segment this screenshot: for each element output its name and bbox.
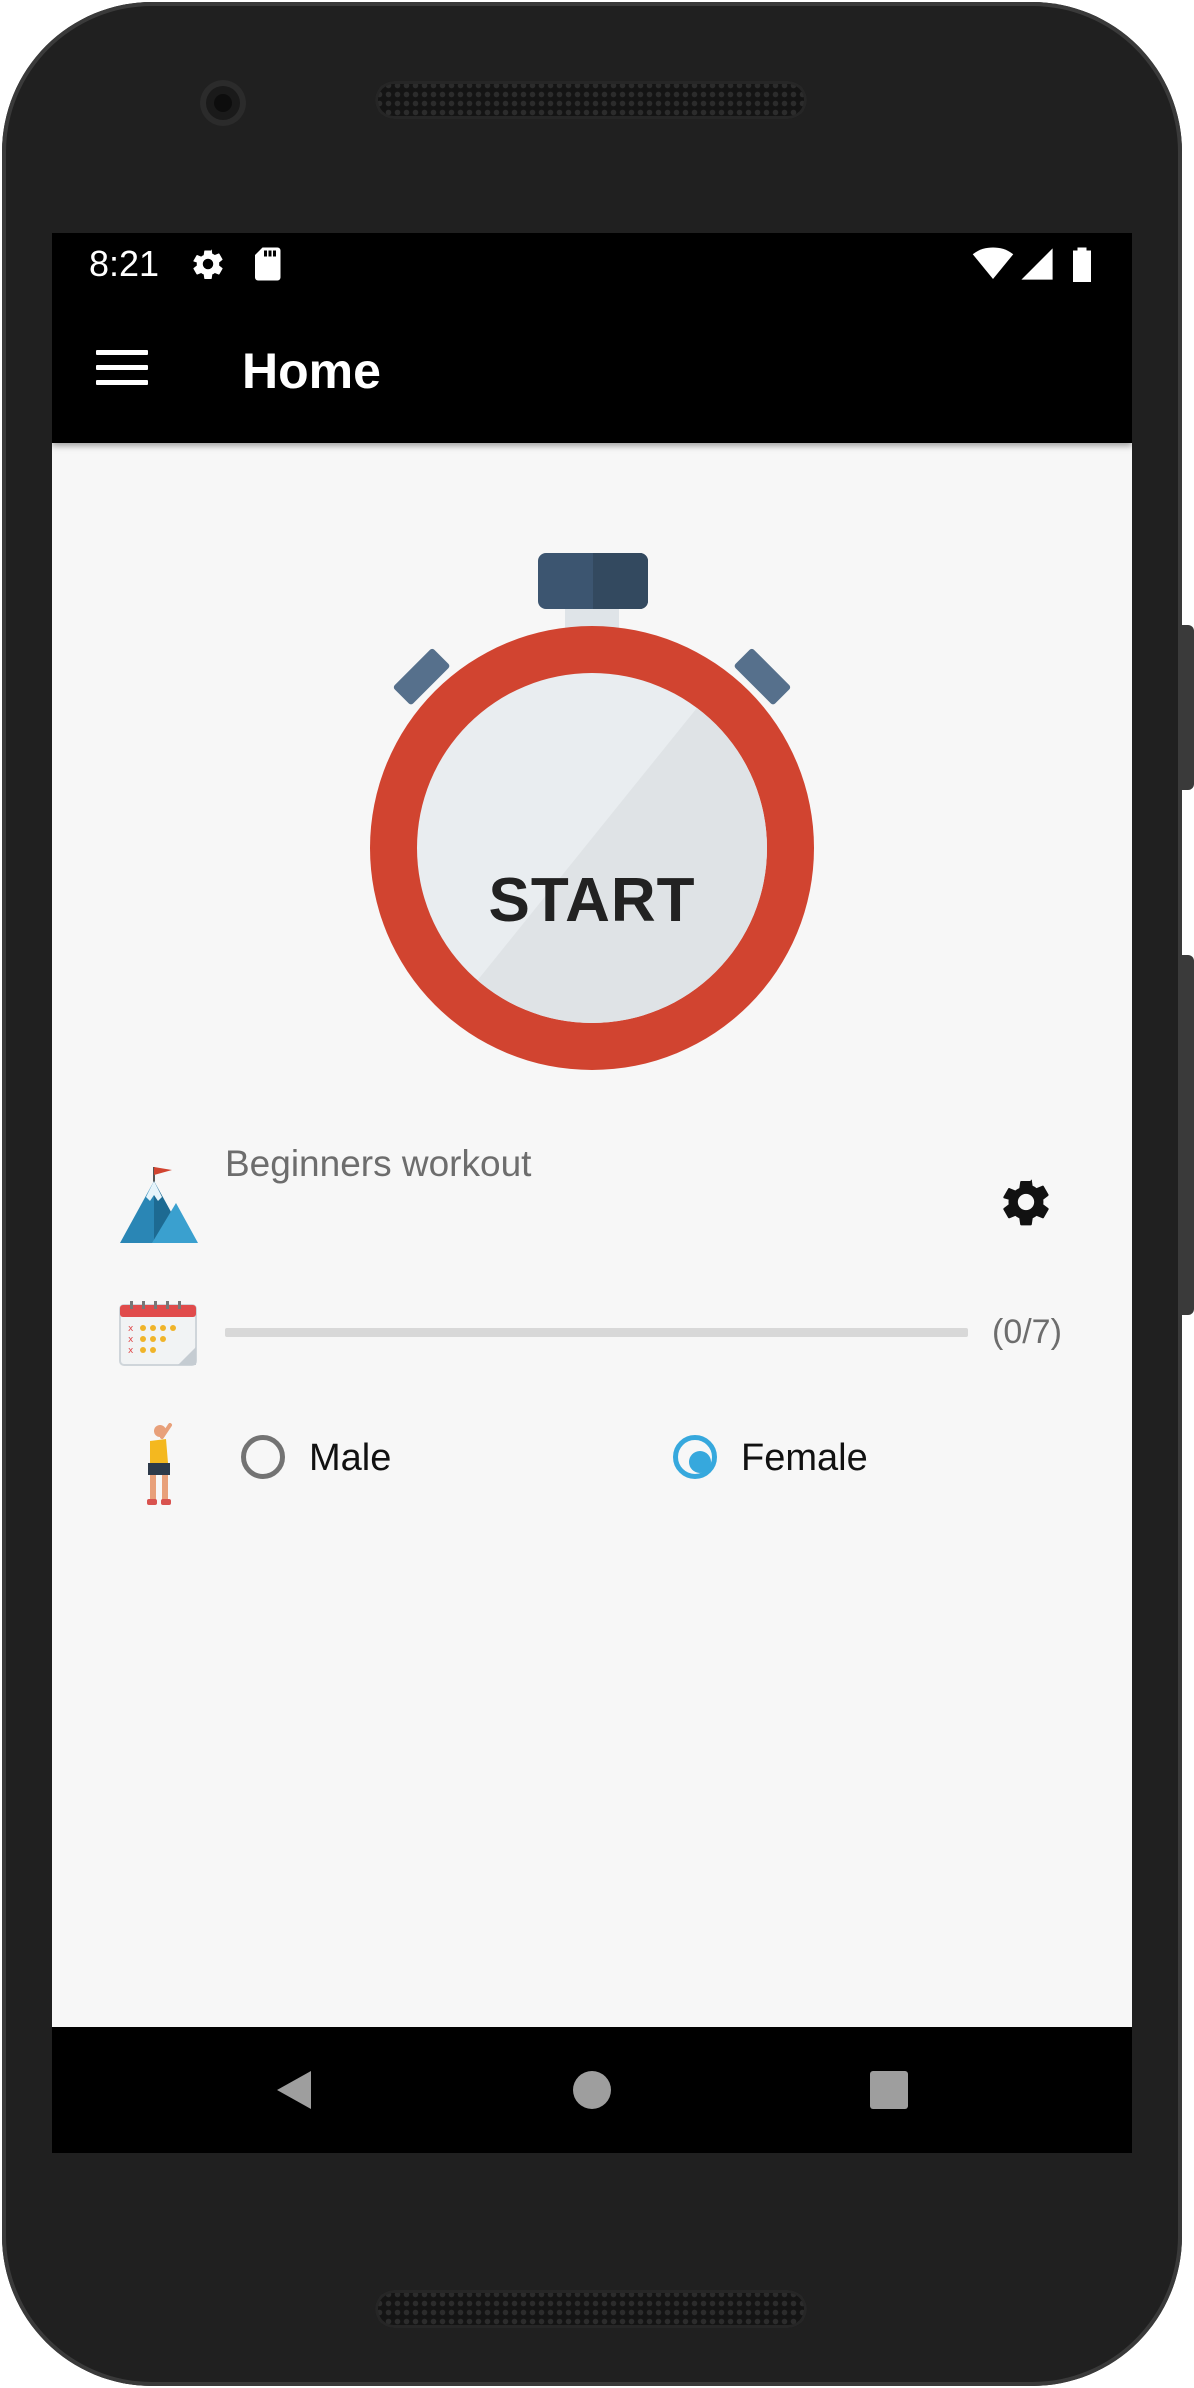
radio-female[interactable]: Female	[673, 1435, 893, 1483]
battery-icon	[1073, 247, 1091, 282]
status-time: 8:21	[89, 243, 160, 284]
stopwatch-icon	[370, 553, 814, 1070]
radio-label-male: Male	[309, 1437, 392, 1479]
workout-name: Beginners workout	[225, 1143, 532, 1184]
gear-icon	[193, 249, 223, 280]
radio-label-female: Female	[741, 1437, 868, 1479]
page-title: Home	[242, 343, 381, 399]
navigation-bar	[52, 2027, 1132, 2153]
radio-circle-male	[241, 1435, 285, 1479]
start-workout-button[interactable]: START	[367, 523, 817, 1083]
person-stretching-icon	[147, 1423, 172, 1505]
mountain-flag-icon	[120, 1167, 198, 1243]
svg-text:x: x	[128, 1335, 134, 1345]
app-bar: Home	[52, 296, 1132, 443]
progress-count: (0/7)	[992, 1313, 1062, 1351]
status-bar: 8:21	[52, 233, 1132, 296]
radio-selected-dot	[689, 1451, 711, 1473]
bottom-speaker	[375, 2290, 807, 2328]
hamburger-menu-icon[interactable]	[96, 346, 148, 390]
volume-rocker	[1180, 955, 1194, 1315]
front-camera	[200, 80, 246, 126]
phone-frame: 8:21 Home START Beginners workout x x x …	[0, 0, 1194, 2388]
radio-circle-female	[673, 1435, 717, 1479]
earpiece-speaker	[375, 81, 807, 119]
sd-card-icon	[255, 247, 281, 281]
radio-male[interactable]: Male	[241, 1435, 441, 1483]
svg-text:x: x	[128, 1346, 134, 1356]
calendar-icon: xxx	[119, 1301, 197, 1366]
recents-square-icon[interactable]	[864, 2065, 914, 2115]
home-circle-icon[interactable]	[567, 2065, 617, 2115]
svg-text:x: x	[128, 1324, 134, 1334]
power-button	[1180, 625, 1194, 790]
screen: 8:21 Home START Beginners workout x x x …	[52, 233, 1132, 2153]
workout-settings-gear-icon[interactable]	[998, 1174, 1054, 1230]
start-label: START	[488, 866, 696, 935]
wifi-icon	[972, 247, 1014, 279]
back-triangle-icon[interactable]	[269, 2065, 319, 2115]
weekly-progress-bar	[225, 1328, 968, 1337]
signal-icon	[1021, 248, 1053, 280]
